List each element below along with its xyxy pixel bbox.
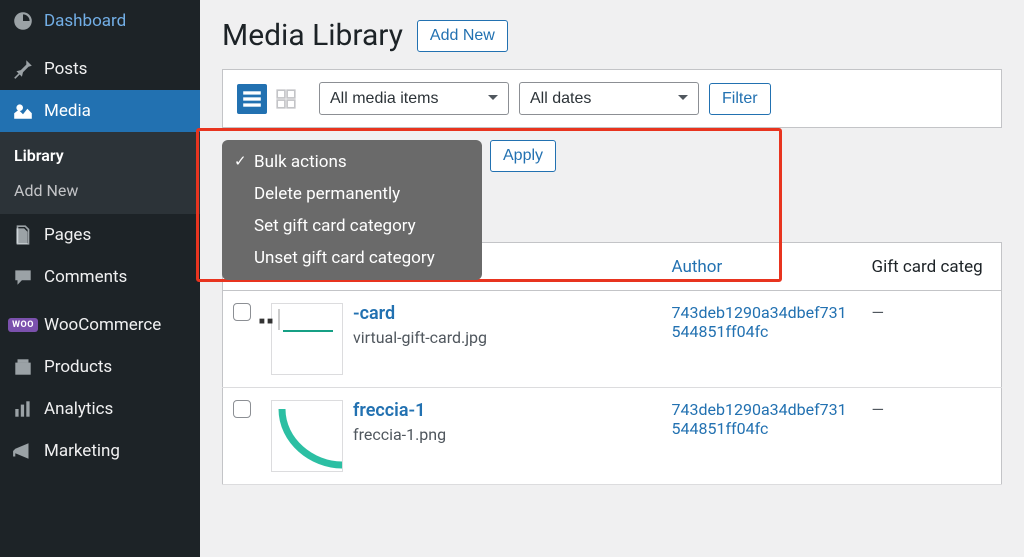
media-title-link[interactable]: -card	[353, 303, 395, 324]
media-filename: freccia-1.png	[353, 425, 446, 444]
bulk-actions-row: Bulk actions Delete permanently Set gift…	[222, 128, 1002, 160]
media-thumbnail[interactable]	[271, 400, 343, 472]
media-icon	[12, 100, 34, 122]
sidebar-item-products[interactable]: Products	[0, 346, 200, 388]
media-thumbnail[interactable]	[271, 303, 343, 375]
comments-icon	[12, 266, 34, 288]
list-view-button[interactable]	[237, 84, 267, 114]
sidebar-item-label: Products	[44, 357, 112, 377]
sidebar-item-label: Posts	[44, 59, 87, 79]
column-author[interactable]: Author	[662, 243, 862, 291]
sidebar-item-label: Comments	[44, 267, 127, 287]
apply-button[interactable]: Apply	[490, 140, 556, 172]
table-row: -card virtual-gift-card.jpg 743deb1290a3…	[223, 291, 1002, 388]
main-content: Media Library Add New All media items Al…	[200, 0, 1024, 557]
view-toggle	[237, 84, 301, 114]
dashboard-icon	[12, 10, 34, 32]
gift-category-cell: —	[862, 388, 1002, 485]
grid-icon	[275, 88, 297, 110]
row-checkbox[interactable]	[233, 303, 251, 321]
sidebar-item-label: Dashboard	[44, 11, 126, 31]
pages-icon	[12, 224, 34, 246]
bulk-actions-dropdown-open[interactable]: Bulk actions Delete permanently Set gift…	[222, 140, 482, 280]
add-new-button[interactable]: Add New	[417, 20, 508, 52]
page-header: Media Library Add New	[222, 0, 1002, 69]
gift-category-cell: —	[862, 291, 1002, 388]
media-submenu: Library Add New	[0, 132, 200, 214]
filter-button[interactable]: Filter	[709, 83, 771, 115]
analytics-icon	[12, 398, 34, 420]
sidebar-item-comments[interactable]: Comments	[0, 256, 200, 298]
sidebar-item-media[interactable]: Media	[0, 90, 200, 132]
author-link[interactable]: 743deb1290a34dbef731544851ff04fc	[672, 303, 847, 341]
table-row: freccia-1 freccia-1.png 743deb1290a34dbe…	[223, 388, 1002, 485]
woo-icon: WOO	[12, 314, 34, 336]
grid-view-button[interactable]	[271, 84, 301, 114]
products-icon	[12, 356, 34, 378]
marketing-icon	[12, 440, 34, 462]
bulk-option-delete[interactable]: Delete permanently	[226, 178, 478, 210]
bulk-option-bulk-actions[interactable]: Bulk actions	[226, 146, 478, 178]
submenu-item-library[interactable]: Library	[0, 138, 200, 173]
sidebar-item-analytics[interactable]: Analytics	[0, 388, 200, 430]
media-title-link[interactable]: freccia-1	[353, 400, 425, 421]
bulk-option-unset-category[interactable]: Unset gift card category	[226, 242, 478, 274]
sidebar-item-marketing[interactable]: Marketing	[0, 430, 200, 472]
sidebar-item-label: Media	[44, 101, 91, 121]
list-icon	[241, 88, 263, 110]
media-type-select[interactable]: All media items	[319, 82, 509, 115]
admin-sidebar: Dashboard Posts Media Library Add New Pa…	[0, 0, 200, 557]
sidebar-item-label: Pages	[44, 225, 91, 245]
sidebar-item-dashboard[interactable]: Dashboard	[0, 0, 200, 42]
date-select[interactable]: All dates	[519, 82, 699, 115]
sidebar-item-label: WooCommerce	[44, 315, 161, 335]
submenu-item-add-new[interactable]: Add New	[0, 173, 200, 208]
sidebar-item-posts[interactable]: Posts	[0, 48, 200, 90]
pin-icon	[12, 58, 34, 80]
sidebar-item-label: Marketing	[44, 441, 120, 461]
row-checkbox[interactable]	[233, 400, 251, 418]
media-filename: virtual-gift-card.jpg	[353, 328, 487, 347]
filter-bar: All media items All dates Filter	[222, 69, 1002, 128]
sidebar-item-label: Analytics	[44, 399, 113, 419]
column-gift-category: Gift card categ	[862, 243, 1002, 291]
author-link[interactable]: 743deb1290a34dbef731544851ff04fc	[672, 400, 847, 438]
sidebar-item-woocommerce[interactable]: WOO WooCommerce	[0, 304, 200, 346]
page-title: Media Library	[222, 18, 403, 53]
bulk-option-set-category[interactable]: Set gift card category	[226, 210, 478, 242]
sidebar-item-pages[interactable]: Pages	[0, 214, 200, 256]
